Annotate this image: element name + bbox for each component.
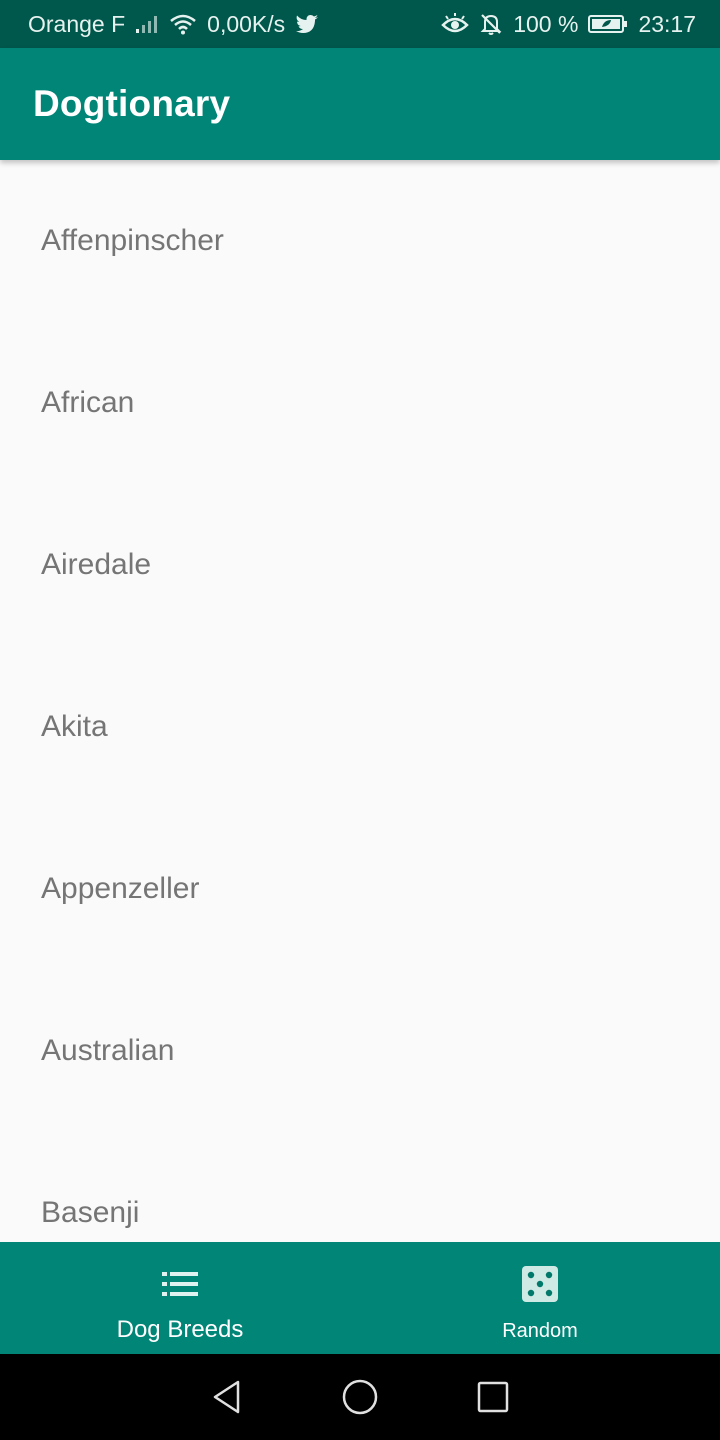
status-left: Orange F 0,00K/s xyxy=(28,11,319,38)
twitter-icon xyxy=(295,14,319,34)
battery-icon xyxy=(588,14,628,34)
list-item[interactable]: Basenji xyxy=(0,1132,720,1242)
bottom-navigation: Dog Breeds Random xyxy=(0,1242,720,1354)
battery-percent-label: 100 % xyxy=(513,10,579,37)
status-right: 100 % 23:17 xyxy=(441,11,696,38)
list-icon xyxy=(160,1264,200,1304)
bell-off-icon xyxy=(479,12,503,36)
list-item[interactable]: Australian xyxy=(0,970,720,1132)
nav-item-dog-breeds[interactable]: Dog Breeds xyxy=(0,1242,360,1354)
list-item[interactable]: African xyxy=(0,322,720,484)
wifi-icon xyxy=(169,13,197,35)
carrier-label: Orange F xyxy=(28,10,126,37)
list-item[interactable]: Affenpinscher xyxy=(0,160,720,322)
system-navigation-bar xyxy=(0,1354,720,1440)
home-icon[interactable] xyxy=(330,1367,390,1427)
signal-icon xyxy=(135,14,159,34)
recents-icon[interactable] xyxy=(463,1367,523,1427)
list-item[interactable]: Akita xyxy=(0,646,720,808)
status-bar: Orange F 0,00K/s 100 % 23:17 xyxy=(0,0,720,48)
nav-label-random: Random xyxy=(502,1320,578,1342)
list-item[interactable]: Airedale xyxy=(0,484,720,646)
back-icon[interactable] xyxy=(197,1367,257,1427)
dice-icon xyxy=(521,1264,559,1304)
eye-icon xyxy=(441,13,469,35)
list-item[interactable]: Appenzeller xyxy=(0,808,720,970)
nav-label-dog-breeds: Dog Breeds xyxy=(116,1316,244,1343)
nav-item-random[interactable]: Random xyxy=(360,1242,720,1354)
breed-list[interactable]: Affenpinscher African Airedale Akita App… xyxy=(0,160,720,1242)
app-title: Dogtionary xyxy=(33,83,231,124)
app-screen: Orange F 0,00K/s 100 % 23:17 Dogtionary … xyxy=(0,0,720,1440)
app-bar: Dogtionary xyxy=(0,48,720,160)
net-speed-label: 0,00K/s xyxy=(207,10,286,37)
clock-label: 23:17 xyxy=(638,10,696,37)
